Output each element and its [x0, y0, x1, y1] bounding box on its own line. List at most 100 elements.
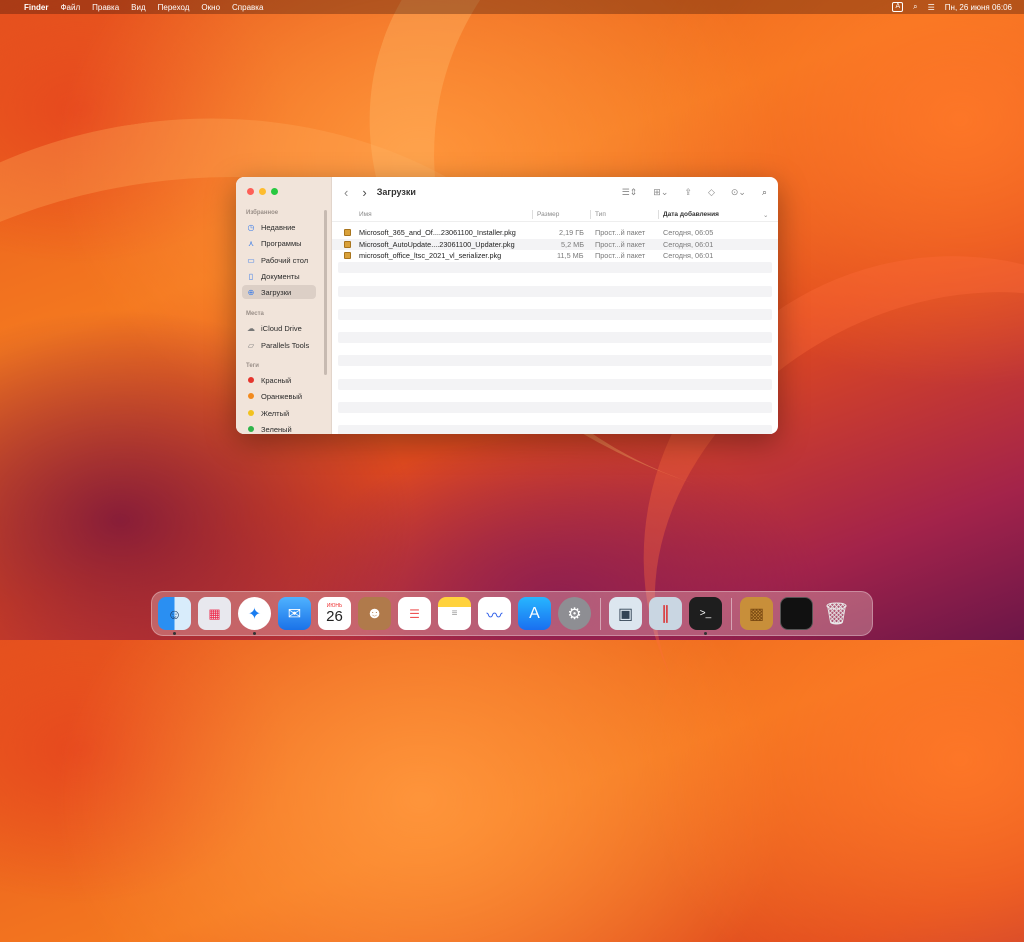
- system-settings-icon[interactable]: ⚙: [558, 597, 591, 630]
- terminal-icon[interactable]: >_: [689, 597, 722, 635]
- menubar-clock[interactable]: Пн, 26 июня 06:06: [945, 3, 1012, 12]
- package-icon: [344, 229, 351, 236]
- zoom-window-button[interactable]: [271, 188, 278, 195]
- menu-file[interactable]: Файл: [60, 3, 80, 12]
- dock-divider: [731, 597, 732, 630]
- search-icon[interactable]: ⌕: [762, 187, 767, 198]
- dock-divider: [600, 597, 601, 630]
- close-window-button[interactable]: [247, 188, 254, 195]
- file-name: microsoft_office_ltsc_2021_vl_serializer…: [359, 251, 502, 261]
- sidebar-tag-green[interactable]: Зеленый: [242, 422, 316, 434]
- list-view-icon[interactable]: ☰⇕: [622, 187, 638, 198]
- installer-icon[interactable]: ▩: [740, 597, 773, 630]
- sidebar-item-recents[interactable]: ◷ Недавние: [242, 220, 316, 234]
- file-name: Microsoft_AutoUpdate....23061100_Updater…: [359, 239, 515, 249]
- sidebar-item-label: Красный: [261, 375, 292, 385]
- empty-row: [338, 355, 772, 366]
- reminders-icon[interactable]: ☰: [398, 597, 431, 630]
- places-section-title: Места: [246, 311, 264, 317]
- sidebar-item-downloads[interactable]: ⊕ Загрузки: [242, 285, 316, 299]
- column-size[interactable]: Размер: [537, 211, 559, 218]
- file-date-added: Сегодня, 06:01: [663, 239, 714, 249]
- finder-icon[interactable]: ☺: [158, 597, 191, 635]
- menu-view[interactable]: Вид: [131, 3, 145, 12]
- running-indicator: [704, 632, 707, 635]
- calendar-icon[interactable]: ИЮНЬ 26: [318, 597, 351, 630]
- menu-app-name[interactable]: Finder: [24, 3, 48, 12]
- running-indicator: [173, 632, 176, 635]
- sidebar-item-label: Parallels Tools: [261, 340, 310, 350]
- column-separator[interactable]: [532, 210, 533, 219]
- trash-icon[interactable]: 🗑: [820, 597, 853, 630]
- sidebar-tag-yellow[interactable]: Желтый: [242, 406, 316, 420]
- file-row[interactable]: Microsoft_365_and_Of....23061100_Install…: [332, 227, 778, 239]
- applications-icon: ⋏: [248, 238, 254, 248]
- control-center-icon[interactable]: ☰: [928, 3, 935, 12]
- sidebar-item-label: Недавние: [261, 222, 296, 232]
- share-icon[interactable]: ⇪: [684, 187, 692, 198]
- clock-icon: ◷: [247, 222, 255, 232]
- screen-icon[interactable]: [780, 597, 813, 630]
- launchpad-icon[interactable]: ▦: [198, 597, 231, 630]
- column-separator[interactable]: [590, 210, 591, 219]
- sidebar-item-label: Зеленый: [261, 424, 292, 434]
- sidebar-tag-orange[interactable]: Оранжевый: [242, 389, 316, 403]
- forward-chevron-icon[interactable]: ›: [362, 185, 366, 200]
- column-name[interactable]: Имя: [359, 211, 372, 218]
- sidebar-item-applications[interactable]: ⋏ Программы: [242, 236, 316, 250]
- file-kind: Прост...й пакет: [595, 228, 646, 237]
- package-icon: [344, 240, 351, 248]
- file-size: 11,5 МБ: [557, 251, 584, 261]
- back-chevron-icon[interactable]: ‹: [344, 185, 348, 200]
- cloud-icon: ☁: [247, 323, 255, 333]
- tag-dot-icon: [248, 393, 254, 399]
- mail-icon[interactable]: ✉: [278, 597, 311, 630]
- app-store-icon[interactable]: A: [518, 597, 551, 630]
- column-kind[interactable]: Тип: [595, 211, 606, 218]
- finder-sidebar: Избранное ◷ Недавние ⋏ Программы ▭ Рабоч…: [236, 177, 332, 434]
- column-separator[interactable]: [658, 210, 659, 219]
- sidebar-scrollbar[interactable]: [324, 210, 327, 375]
- menu-go[interactable]: Переход: [158, 3, 190, 12]
- file-date-added: Сегодня, 06:01: [663, 251, 714, 261]
- safari-icon[interactable]: ✦: [238, 597, 271, 635]
- empty-row: [338, 332, 772, 343]
- tags-section-title: Теги: [246, 363, 259, 369]
- tag-icon[interactable]: ◇: [708, 187, 715, 198]
- minimize-window-button[interactable]: [259, 188, 266, 195]
- grid-view-icon[interactable]: ⊞⌄: [653, 187, 668, 198]
- empty-row: [338, 425, 772, 434]
- menu-help[interactable]: Справка: [232, 3, 263, 12]
- sidebar-item-parallels-tools[interactable]: ▱ Parallels Tools: [242, 338, 316, 352]
- disk-icon: ▱: [247, 340, 255, 350]
- sidebar-item-icloud-drive[interactable]: ☁ iCloud Drive: [242, 321, 316, 335]
- sidebar-item-documents[interactable]: ▯ Документы: [242, 269, 316, 283]
- empty-row: [338, 262, 772, 273]
- sidebar-item-label: Рабочий стол: [261, 255, 309, 265]
- sidebar-item-label: Программы: [261, 238, 302, 248]
- input-source-indicator[interactable]: A: [892, 2, 904, 12]
- tag-dot-icon: [248, 410, 254, 416]
- contacts-icon[interactable]: ☻: [358, 597, 391, 630]
- file-row[interactable]: Microsoft_AutoUpdate....23061100_Updater…: [332, 238, 778, 251]
- column-date-added[interactable]: Дата добавления: [663, 211, 719, 218]
- file-row[interactable]: microsoft_office_ltsc_2021_vl_serializer…: [332, 250, 778, 262]
- freeform-icon[interactable]: 〰: [478, 597, 511, 630]
- finder-toolbar: ‹ › Загрузки ☰⇕ ⊞⌄ ⇪ ◇ ⊙⌄ ⌕: [332, 177, 778, 207]
- file-date-added: Сегодня, 06:05: [663, 228, 714, 237]
- notes-icon[interactable]: ≡: [438, 597, 471, 630]
- tag-dot-icon: [248, 377, 254, 383]
- more-actions-icon[interactable]: ⊙⌄: [731, 187, 746, 198]
- parallels-icon[interactable]: ∥: [649, 597, 682, 630]
- sidebar-item-desktop[interactable]: ▭ Рабочий стол: [242, 253, 316, 267]
- spotlight-icon[interactable]: ⌕: [913, 2, 917, 12]
- file-size: 5,2 МБ: [561, 239, 585, 249]
- running-indicator: [253, 632, 256, 635]
- preview-icon[interactable]: ▣: [609, 597, 642, 630]
- sort-chevron-icon[interactable]: ⌄: [763, 211, 768, 219]
- menu-edit[interactable]: Правка: [92, 3, 119, 12]
- sidebar-tag-red[interactable]: Красный: [242, 373, 316, 387]
- menu-window[interactable]: Окно: [201, 3, 220, 12]
- file-list: Microsoft_365_and_Of....23061100_Install…: [332, 227, 778, 262]
- sidebar-item-label: Оранжевый: [261, 391, 303, 401]
